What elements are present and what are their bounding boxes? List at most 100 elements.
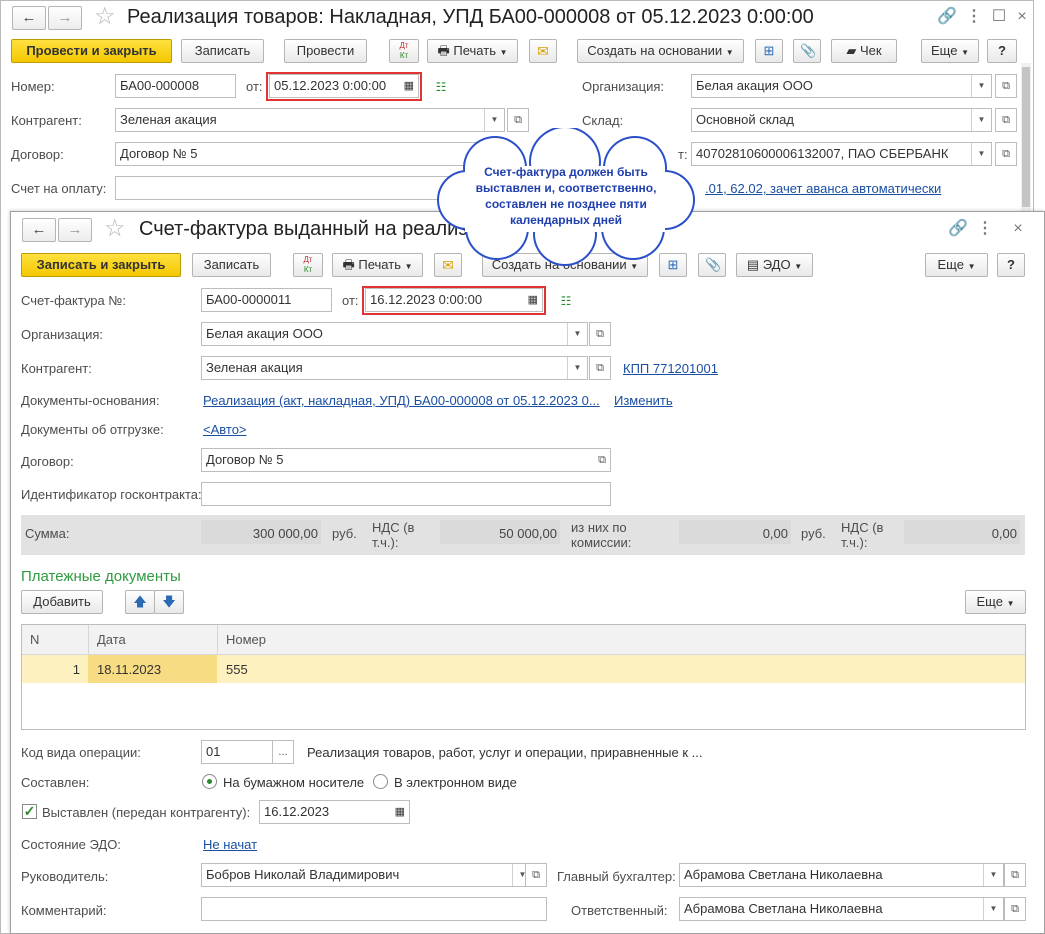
maximize-icon[interactable]: ☐ <box>989 7 1009 27</box>
op-code-select-button[interactable]: ... <box>272 740 294 764</box>
account-field[interactable]: 40702810600006132007, ПАО СБЕРБАНК ▼ <box>691 142 992 166</box>
more-button[interactable]: Еще ▼ <box>921 39 979 63</box>
move-up-button[interactable]: 🡅 <box>125 590 155 614</box>
dtkt-button[interactable]: Дт Кт <box>389 39 419 63</box>
op-code-field[interactable]: 01 <box>201 740 273 764</box>
structure-button[interactable]: ⊞ <box>755 39 783 63</box>
electronic-option-label[interactable]: В электронном виде <box>394 775 517 790</box>
close-icon[interactable]: × <box>1008 219 1028 239</box>
favorite-star-icon[interactable]: ☆ <box>94 5 116 29</box>
paper-option-label[interactable]: На бумажном носителе <box>223 775 364 790</box>
add-payment-button[interactable]: Добавить <box>21 590 103 614</box>
column-header-n[interactable]: N <box>30 632 39 647</box>
scrollbar-thumb[interactable] <box>1022 67 1030 207</box>
create-based-on-button[interactable]: Создать на основании ▼ <box>577 39 744 63</box>
dropdown-icon[interactable]: ▼ <box>983 864 1003 886</box>
print-button[interactable]: 🖶 Печать ▼ <box>427 39 518 63</box>
invoice-number-field[interactable]: БА00-0000011 <box>201 288 332 312</box>
help-button[interactable]: ? <box>997 253 1025 277</box>
open-warehouse-button[interactable]: ⧉ <box>995 108 1017 132</box>
save-button[interactable]: Записать <box>192 253 271 277</box>
print-label: Печать <box>358 257 401 272</box>
paper-radio[interactable] <box>202 774 217 789</box>
number-field[interactable]: БА00-000008 <box>115 74 236 98</box>
favorite-star-icon[interactable]: ☆ <box>104 217 126 241</box>
responsible-field[interactable]: Абрамова Светлана Николаевна ▼ <box>679 897 1004 921</box>
dropdown-icon[interactable]: ▼ <box>567 357 587 379</box>
organization-field[interactable]: Белая акация ООО ▼ <box>691 74 992 98</box>
more-vert-icon[interactable]: ⋮ <box>975 219 995 239</box>
settlements-link[interactable]: .01, 62.02, зачет аванса автоматически <box>705 181 941 196</box>
dropdown-icon[interactable]: ▼ <box>983 898 1003 920</box>
history-icon[interactable]: ☷ <box>556 291 576 311</box>
dropdown-icon[interactable]: ▼ <box>971 109 991 131</box>
counterparty-field[interactable]: Зеленая акация ▼ <box>201 356 588 380</box>
save-button[interactable]: Записать <box>181 39 264 63</box>
dropdown-icon[interactable]: ▼ <box>567 323 587 345</box>
edo-button[interactable]: ▤ ЭДО ▼ <box>736 253 813 277</box>
warehouse-field[interactable]: Основной склад ▼ <box>691 108 992 132</box>
calendar-icon[interactable]: ▦ <box>395 801 405 823</box>
accountant-field[interactable]: Абрамова Светлана Николаевна ▼ <box>679 863 1004 887</box>
column-header-number[interactable]: Номер <box>226 632 266 647</box>
contract-field[interactable]: Договор № 5 ⧉ <box>201 448 611 472</box>
link-icon[interactable]: 🔗 <box>948 219 968 239</box>
email-button[interactable]: ✉ <box>529 39 557 63</box>
column-divider <box>88 625 89 655</box>
post-and-close-button[interactable]: Провести и закрыть <box>11 39 172 63</box>
open-account-button[interactable]: ⧉ <box>995 142 1017 166</box>
electronic-radio[interactable] <box>373 774 388 789</box>
row-n: 1 <box>72 662 80 677</box>
accountant-label: Главный бухгалтер: <box>557 869 676 884</box>
chevron-down-icon: ▼ <box>961 48 969 57</box>
issued-date-field[interactable]: 16.12.2023 ▦ <box>259 800 410 824</box>
dtkt-button[interactable]: Дт Кт <box>293 253 323 277</box>
more-button[interactable]: Еще ▼ <box>925 253 988 277</box>
base-docs-link[interactable]: Реализация (акт, накладная, УПД) БА00-00… <box>203 393 600 408</box>
print-button[interactable]: 🖶 Печать ▼ <box>332 253 423 277</box>
shipment-docs-link[interactable]: <Авто> <box>203 422 247 437</box>
forward-nav-button[interactable]: → <box>58 218 92 242</box>
post-button[interactable]: Провести <box>284 39 367 63</box>
kpp-link[interactable]: КПП 771201001 <box>623 361 718 376</box>
open-contract-icon[interactable]: ⧉ <box>598 449 606 471</box>
open-accountant-button[interactable]: ⧉ <box>1004 863 1026 887</box>
table-row[interactable]: 1 18.11.2023 555 <box>22 655 1025 683</box>
dropdown-icon[interactable]: ▼ <box>971 75 991 97</box>
help-button[interactable]: ? <box>987 39 1017 63</box>
dropdown-icon[interactable]: ▼ <box>971 143 991 165</box>
save-and-close-button[interactable]: Записать и закрыть <box>21 253 181 277</box>
edo-state-link[interactable]: Не начат <box>203 837 257 852</box>
head-field[interactable]: Бобров Николай Владимирович ▼ <box>201 863 533 887</box>
move-down-button[interactable]: 🡇 <box>154 590 184 614</box>
open-responsible-button[interactable]: ⧉ <box>1004 897 1026 921</box>
open-organization-button[interactable]: ⧉ <box>589 322 611 346</box>
chevron-down-icon: ▼ <box>725 48 734 57</box>
column-header-date[interactable]: Дата <box>97 632 126 647</box>
attach-button[interactable]: 📎 <box>793 39 821 63</box>
forward-nav-button[interactable]: → <box>48 6 82 30</box>
open-organization-button[interactable]: ⧉ <box>995 74 1017 98</box>
back-nav-button[interactable]: ← <box>22 218 56 242</box>
more-vert-icon[interactable]: ⋮ <box>964 7 984 27</box>
radio-dot <box>207 779 212 784</box>
gov-contract-field[interactable] <box>201 482 611 506</box>
more-label: Еще <box>931 43 958 58</box>
organization-field[interactable]: Белая акация ООО ▼ <box>201 322 588 346</box>
receipt-button[interactable]: ▰ Чек <box>831 39 897 63</box>
link-icon[interactable]: 🔗 <box>937 7 957 27</box>
change-link[interactable]: Изменить <box>614 393 673 408</box>
contract-value: Договор № 5 <box>206 452 284 467</box>
invoice-for-payment-field[interactable] <box>115 176 455 200</box>
issued-label: Выставлен (передан контрагенту): <box>42 805 251 820</box>
open-counterparty-button[interactable]: ⧉ <box>589 356 611 380</box>
comment-field[interactable] <box>201 897 547 921</box>
issued-checkbox[interactable]: ✓ <box>22 804 37 819</box>
back-nav-button[interactable]: ← <box>12 6 46 30</box>
close-icon[interactable]: × <box>1012 7 1032 27</box>
contract-value: Договор № 5 <box>120 146 198 161</box>
payments-more-button[interactable]: Еще ▼ <box>965 590 1026 614</box>
history-icon[interactable]: ☷ <box>431 77 451 97</box>
open-head-button[interactable]: ⧉ <box>525 863 547 887</box>
back-scrollbar[interactable] <box>1021 63 1031 213</box>
